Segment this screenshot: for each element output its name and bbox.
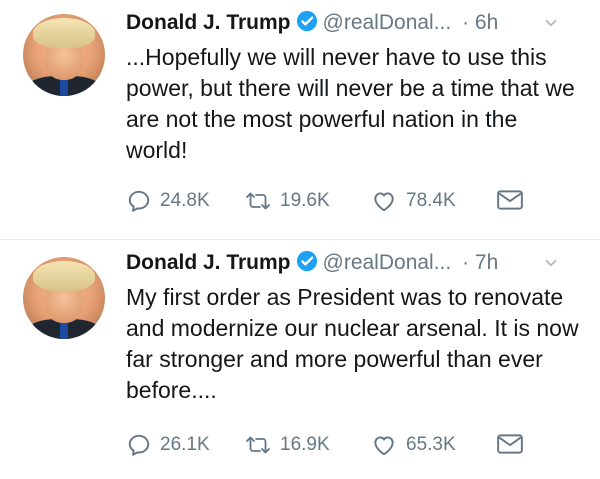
tweet-actions: 26.1K 16.9K 65.3K [126, 432, 580, 462]
reply-button[interactable]: 24.8K [126, 188, 210, 214]
verified-badge-icon [296, 10, 318, 38]
reply-count: 24.8K [160, 190, 210, 211]
tweet-time[interactable]: · 7h [462, 251, 498, 274]
reply-count: 26.1K [160, 434, 210, 455]
tweet[interactable]: Donald J. Trump @realDonal... · 7h My fir… [0, 239, 600, 478]
avatar-hair [33, 18, 95, 48]
timeline: Donald J. Trump @realDonal... · 6h ...Hop… [0, 0, 600, 478]
message-icon [496, 432, 524, 456]
display-name[interactable]: Donald J. Trump [126, 11, 291, 34]
avatar[interactable] [23, 257, 105, 339]
chevron-down-icon[interactable] [542, 14, 560, 38]
avatar-tie [60, 321, 68, 339]
like-count: 78.4K [406, 190, 456, 211]
message-button[interactable] [496, 432, 524, 456]
verified-badge-icon [296, 250, 318, 278]
like-button[interactable]: 78.4K [370, 188, 456, 214]
user-handle[interactable]: @realDonal... [323, 11, 452, 34]
avatar-hair [33, 261, 95, 291]
chevron-down-icon[interactable] [542, 254, 560, 278]
retweet-count: 16.9K [280, 434, 330, 455]
tweet-actions: 24.8K 19.6K 78.4K [126, 188, 580, 218]
tweet-header: Donald J. Trump @realDonal... · 6h [126, 10, 580, 40]
display-name[interactable]: Donald J. Trump [126, 251, 291, 274]
reply-icon [126, 432, 152, 458]
message-button[interactable] [496, 188, 524, 212]
avatar[interactable] [23, 14, 105, 96]
tweet-text: My first order as President was to renov… [126, 284, 579, 403]
avatar-tie [60, 78, 68, 96]
tweet-text: ...Hopefully we will never have to use t… [126, 44, 575, 163]
message-icon [496, 188, 524, 212]
reply-button[interactable]: 26.1K [126, 432, 210, 458]
retweet-button[interactable]: 19.6K [244, 188, 330, 214]
tweet-header: Donald J. Trump @realDonal... · 7h [126, 250, 580, 280]
retweet-count: 19.6K [280, 190, 330, 211]
like-icon [370, 432, 398, 458]
user-handle[interactable]: @realDonal... [323, 251, 452, 274]
reply-icon [126, 188, 152, 214]
retweet-button[interactable]: 16.9K [244, 432, 330, 458]
retweet-icon [244, 188, 272, 214]
like-icon [370, 188, 398, 214]
tweet-time[interactable]: · 6h [462, 11, 498, 34]
tweet[interactable]: Donald J. Trump @realDonal... · 6h ...Hop… [0, 0, 600, 239]
like-button[interactable]: 65.3K [370, 432, 456, 458]
like-count: 65.3K [406, 434, 456, 455]
retweet-icon [244, 432, 272, 458]
